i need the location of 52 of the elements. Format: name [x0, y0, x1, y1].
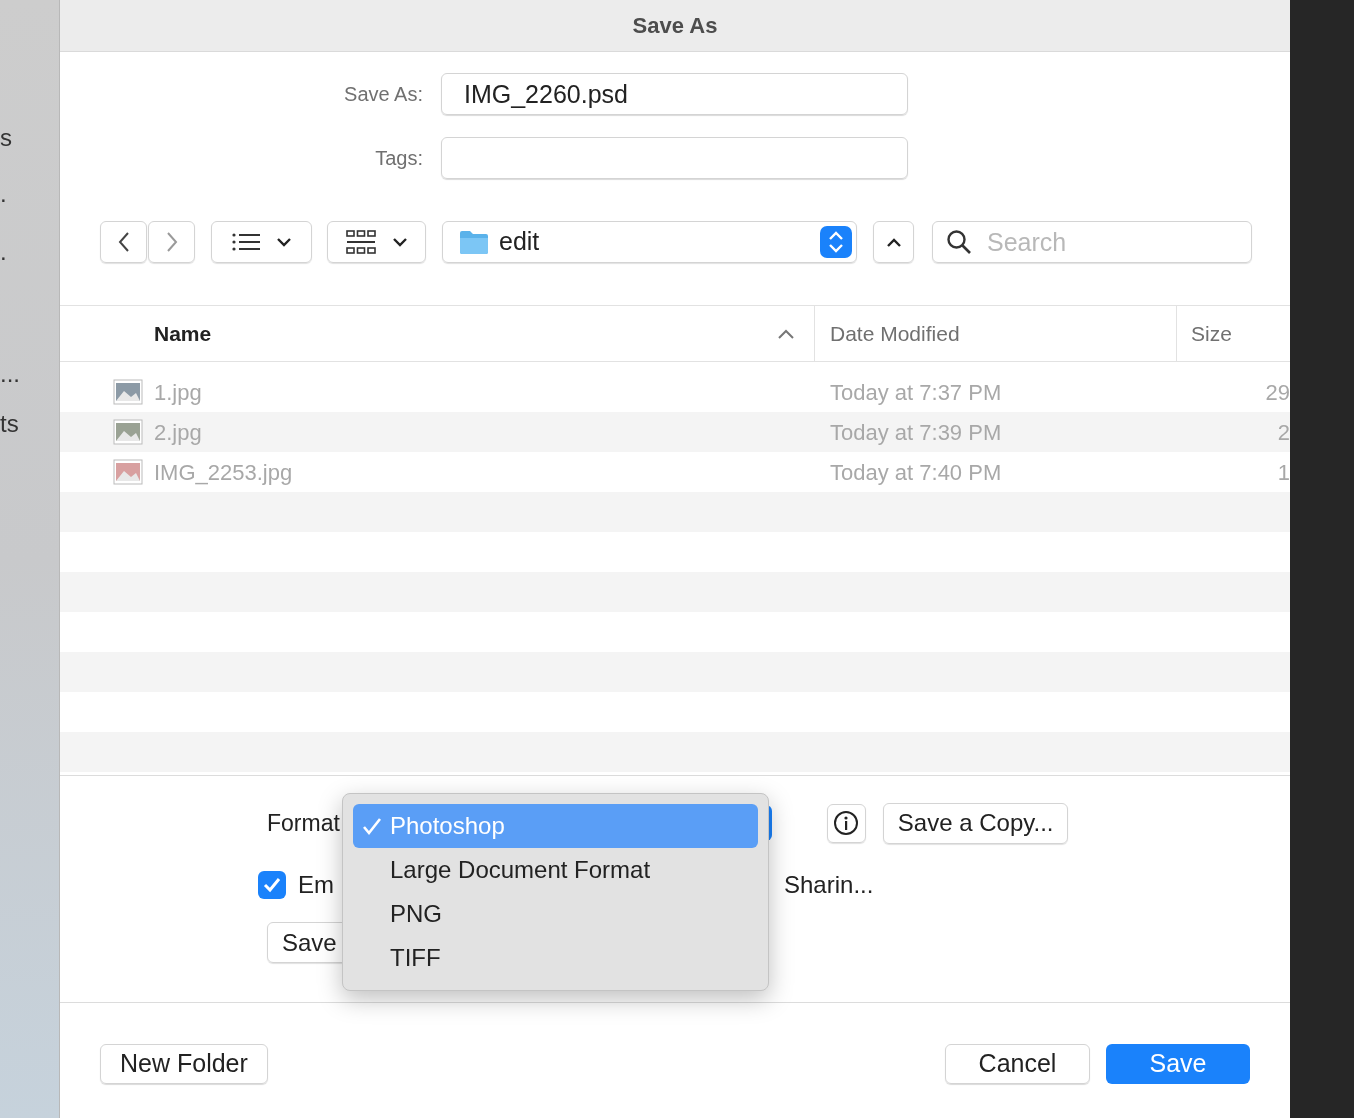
column-header[interactable]: Date Modified — [830, 317, 960, 350]
background-text: . — [0, 179, 7, 209]
checkbox[interactable] — [258, 871, 286, 899]
tags-label: Tags: — [374, 146, 423, 171]
grid-icon — [346, 229, 376, 255]
column-header[interactable]: Size — [1191, 317, 1232, 350]
save-as-label: Save As: — [343, 82, 423, 107]
sort-ascending-icon — [778, 328, 794, 339]
location-popup[interactable]: edit — [442, 221, 857, 263]
checkmark-icon — [362, 816, 382, 836]
background-text: ... — [0, 359, 20, 389]
chevron-down-icon — [393, 237, 407, 247]
sharing-label: Sharin... — [784, 870, 874, 900]
search-icon — [946, 229, 972, 255]
chevron-down-icon — [277, 237, 291, 247]
date-modified: Today at 7:40 PM — [830, 458, 1003, 487]
chevron-up-icon — [886, 237, 901, 247]
date-modified: Today at 7:37 PM — [830, 378, 1003, 407]
save-button[interactable]: Save — [1106, 1044, 1250, 1084]
file-size: 1 — [1276, 458, 1290, 487]
image-file-icon — [113, 379, 143, 405]
new-folder-button[interactable]: New Folder — [100, 1044, 268, 1084]
format-label: Format — [267, 808, 340, 838]
date-modified: Today at 7:39 PM — [830, 418, 1003, 447]
back-icon — [117, 231, 130, 253]
file-size: 2 — [1276, 418, 1290, 447]
background-text: ts — [0, 409, 19, 439]
folder-icon — [459, 229, 489, 255]
menu-item[interactable]: Large Document Format — [353, 848, 758, 892]
checkmark-icon — [263, 877, 281, 893]
info-icon — [833, 810, 860, 836]
file-name-field[interactable]: IMG_2260.psd — [441, 73, 908, 115]
image-file-icon — [113, 419, 143, 445]
window-title: Save As — [632, 12, 718, 40]
icon-view-button[interactable] — [327, 221, 426, 263]
list-icon — [232, 232, 260, 252]
forward-icon — [165, 231, 178, 253]
image-file-icon — [113, 459, 143, 485]
back-button[interactable] — [100, 221, 147, 263]
info-button[interactable] — [826, 803, 866, 843]
file-size: 29 — [1264, 378, 1290, 407]
tags-field[interactable] — [441, 137, 908, 179]
up-button[interactable] — [873, 221, 914, 263]
cancel-button[interactable]: Cancel — [945, 1044, 1090, 1084]
background-text: s — [0, 123, 12, 153]
search-field[interactable]: Search — [932, 221, 1252, 263]
embed-label: Em — [298, 870, 334, 900]
stepper-icon — [820, 226, 852, 258]
list-view-button[interactable] — [211, 221, 312, 263]
background-text: . — [0, 237, 7, 267]
column-header[interactable]: Name — [154, 317, 212, 350]
save-a-copy-button[interactable]: Save a Copy... — [882, 802, 1069, 844]
